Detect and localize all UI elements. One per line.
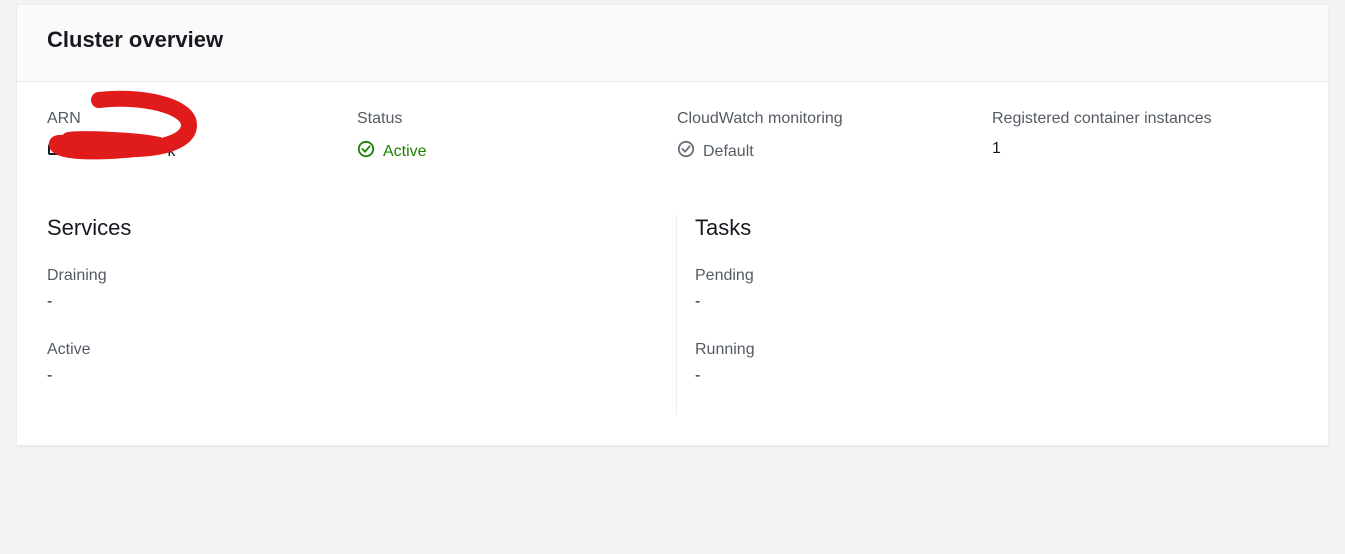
tasks-pending: Pending - [695,267,1278,311]
arn-field: ARN k [47,108,357,163]
tasks-running-value: - [695,367,1278,385]
redaction-scribble [39,90,199,170]
panel-body: ARN k Status [17,82,1328,445]
status-value: Active [383,143,427,161]
services-active-value: - [47,367,656,385]
cloudwatch-value-row: Default [677,140,992,163]
tasks-running-label: Running [695,341,1278,359]
check-circle-gray-icon [677,140,695,163]
registered-instances-value: 1 [992,140,1001,158]
panel-header: Cluster overview [17,5,1328,82]
tasks-title: Tasks [695,215,1278,241]
services-active: Active - [47,341,656,385]
services-title: Services [47,215,656,241]
check-circle-icon [357,140,375,163]
registered-instances-label: Registered container instances [992,108,1298,130]
tasks-pending-value: - [695,293,1278,311]
info-row: ARN k Status [47,108,1298,163]
status-field: Status Active [357,108,677,163]
arn-value-wrap: k [47,140,176,161]
status-label: Status [357,108,677,130]
sections-row: Services Draining - Active - Tasks Pendi… [47,215,1298,415]
panel-title: Cluster overview [47,27,1298,53]
tasks-section: Tasks Pending - Running - [677,215,1298,415]
tasks-pending-label: Pending [695,267,1278,285]
cloudwatch-value: Default [703,143,754,161]
services-draining-value: - [47,293,656,311]
cloudwatch-field: CloudWatch monitoring Default [677,108,992,163]
cluster-overview-panel: Cluster overview ARN k [16,4,1329,446]
services-active-label: Active [47,341,656,359]
registered-instances-field: Registered container instances 1 [992,108,1298,163]
registered-instances-value-row: 1 [992,140,1298,158]
services-draining: Draining - [47,267,656,311]
cloudwatch-label: CloudWatch monitoring [677,108,992,130]
tasks-running: Running - [695,341,1278,385]
services-section: Services Draining - Active - [47,215,677,415]
services-draining-label: Draining [47,267,656,285]
status-value-row: Active [357,140,677,163]
